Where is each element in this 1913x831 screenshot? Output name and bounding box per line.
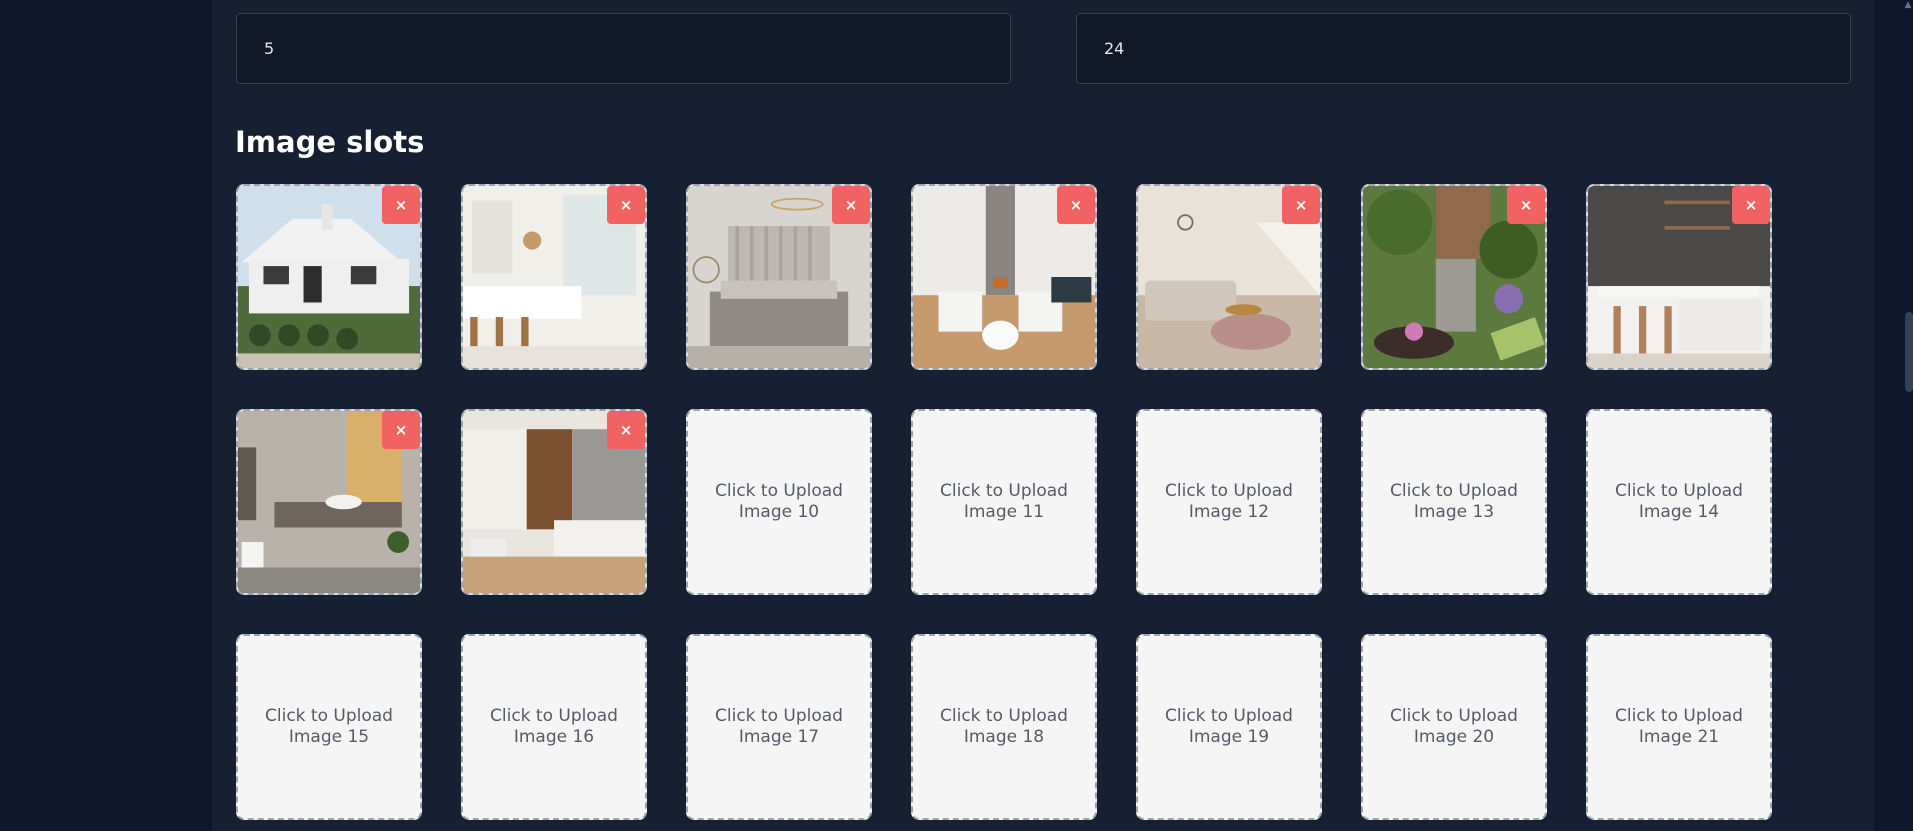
upload-label: Click to Upload Image 19	[1165, 706, 1293, 747]
upload-slot-12[interactable]: Click to Upload Image 12	[1136, 409, 1322, 595]
upload-slot-14[interactable]: Click to Upload Image 14	[1586, 409, 1772, 595]
upload-label: Click to Upload Image 14	[1615, 481, 1743, 522]
scrollbar[interactable]	[1899, 0, 1913, 831]
image-slot-7[interactable]: ×	[1586, 184, 1772, 370]
right-margin	[1874, 0, 1899, 831]
section-title: Image slots	[235, 125, 425, 159]
second-number-field[interactable]: 24	[1076, 13, 1851, 84]
upload-slot-19[interactable]: Click to Upload Image 19	[1136, 634, 1322, 820]
first-number-field[interactable]: 5	[236, 13, 1011, 84]
remove-image-button[interactable]: ×	[832, 186, 870, 224]
upload-slot-15[interactable]: Click to Upload Image 15	[236, 634, 422, 820]
image-slot-5[interactable]: ×	[1136, 184, 1322, 370]
upload-label: Click to Upload Image 11	[940, 481, 1068, 522]
upload-slot-20[interactable]: Click to Upload Image 20	[1361, 634, 1547, 820]
upload-slot-17[interactable]: Click to Upload Image 17	[686, 634, 872, 820]
remove-image-button[interactable]: ×	[1057, 186, 1095, 224]
remove-image-button[interactable]: ×	[1282, 186, 1320, 224]
sidebar	[0, 0, 212, 831]
upload-slot-18[interactable]: Click to Upload Image 18	[911, 634, 1097, 820]
image-slot-4[interactable]: ×	[911, 184, 1097, 370]
remove-image-button[interactable]: ×	[607, 411, 645, 449]
upload-label: Click to Upload Image 13	[1390, 481, 1518, 522]
image-slot-9[interactable]: ×	[461, 409, 647, 595]
image-slot-1[interactable]: ×	[236, 184, 422, 370]
upload-slot-16[interactable]: Click to Upload Image 16	[461, 634, 647, 820]
image-slot-2[interactable]: ×	[461, 184, 647, 370]
upload-slot-13[interactable]: Click to Upload Image 13	[1361, 409, 1547, 595]
upload-slot-21[interactable]: Click to Upload Image 21	[1586, 634, 1772, 820]
upload-label: Click to Upload Image 10	[715, 481, 843, 522]
upload-label: Click to Upload Image 20	[1390, 706, 1518, 747]
remove-image-button[interactable]: ×	[382, 186, 420, 224]
upload-label: Click to Upload Image 12	[1165, 481, 1293, 522]
remove-image-button[interactable]: ×	[1732, 186, 1770, 224]
upload-slot-10[interactable]: Click to Upload Image 10	[686, 409, 872, 595]
remove-image-button[interactable]: ×	[1507, 186, 1545, 224]
remove-image-button[interactable]: ×	[382, 411, 420, 449]
upload-label: Click to Upload Image 18	[940, 706, 1068, 747]
upload-label: Click to Upload Image 17	[715, 706, 843, 747]
image-slot-6[interactable]: ×	[1361, 184, 1547, 370]
upload-label: Click to Upload Image 16	[490, 706, 618, 747]
scrollbar-thumb[interactable]	[1905, 312, 1913, 392]
upload-slot-11[interactable]: Click to Upload Image 11	[911, 409, 1097, 595]
upload-label: Click to Upload Image 21	[1615, 706, 1743, 747]
image-slot-8[interactable]: ×	[236, 409, 422, 595]
image-slot-3[interactable]: ×	[686, 184, 872, 370]
remove-image-button[interactable]: ×	[607, 186, 645, 224]
upload-label: Click to Upload Image 15	[265, 706, 393, 747]
scroll-up-icon[interactable]: ▲	[1903, 0, 1913, 10]
